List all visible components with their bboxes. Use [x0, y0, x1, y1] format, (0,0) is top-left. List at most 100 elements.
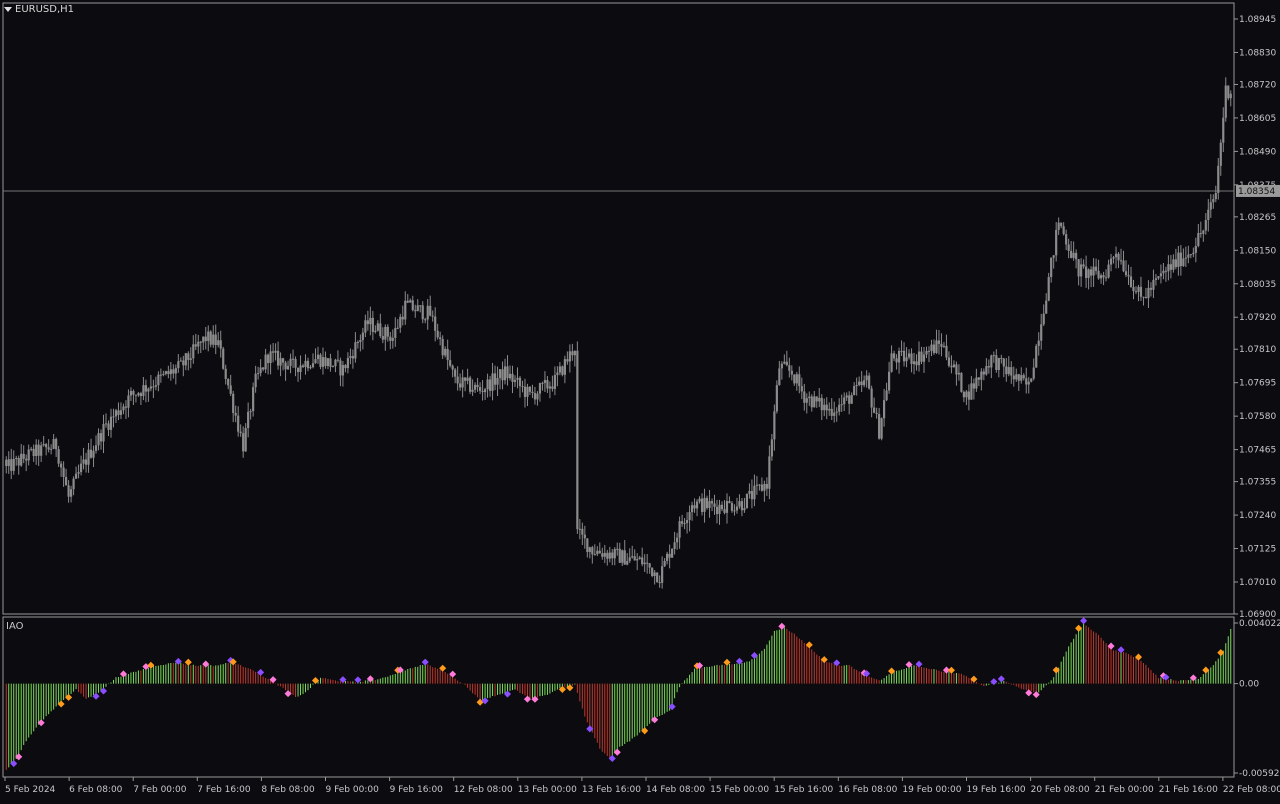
candle-body	[878, 413, 881, 439]
price-tick-label: 1.08150	[1239, 246, 1276, 256]
candle-body	[790, 370, 793, 375]
candle-body	[1172, 259, 1175, 270]
candle-body	[636, 559, 639, 561]
candle-body	[1092, 266, 1095, 276]
candle-body	[1167, 264, 1170, 272]
candle-body	[483, 389, 487, 393]
candle-body	[1012, 375, 1015, 380]
candle-body	[518, 377, 522, 387]
candle-body	[830, 408, 833, 416]
candle-body	[359, 339, 362, 343]
candle-body	[276, 350, 280, 366]
candle-body	[189, 358, 192, 360]
candle-body	[214, 334, 217, 346]
candle-body	[87, 449, 90, 465]
candle-body	[875, 412, 878, 414]
candle-body	[252, 387, 255, 412]
time-tick-label: 7 Feb 16:00	[197, 785, 251, 795]
candle-body	[805, 398, 808, 403]
candle-body	[331, 366, 335, 368]
candle-body	[526, 386, 529, 397]
dropdown-triangle-icon[interactable]	[4, 7, 12, 12]
candle-body	[94, 445, 98, 451]
candle-body	[1117, 253, 1120, 261]
candle-body	[548, 386, 552, 389]
candle-body	[803, 391, 806, 403]
time-tick-label: 13 Feb 16:00	[582, 785, 641, 795]
candle-body	[763, 483, 766, 491]
candle-body	[197, 341, 200, 347]
time-tick-label: 16 Feb 08:00	[838, 785, 897, 795]
iao-marker	[1080, 617, 1088, 625]
symbol-title[interactable]: EURUSD,H1	[4, 4, 74, 15]
candle-body	[676, 537, 679, 543]
candle-body	[641, 557, 644, 565]
candle-body	[703, 497, 706, 512]
candle-body	[229, 385, 232, 394]
candle-body	[1119, 260, 1123, 262]
candle-body	[366, 320, 369, 325]
candle-body	[84, 459, 88, 465]
candle-body	[1022, 375, 1025, 379]
candle-body	[833, 412, 836, 416]
candle-body	[97, 433, 100, 446]
candle-body	[314, 359, 317, 364]
candle-body	[386, 326, 389, 337]
candle-body	[129, 390, 133, 396]
candle-body	[139, 393, 143, 397]
candle-body	[7, 459, 10, 467]
candle-body	[895, 358, 898, 363]
candle-body	[439, 337, 442, 339]
candle-body	[828, 408, 831, 411]
time-tick-label: 21 Feb 00:00	[1095, 785, 1154, 795]
candle-body	[1077, 259, 1080, 277]
candle-body	[651, 567, 654, 576]
candle-body	[523, 386, 527, 397]
price-tick-label: 1.07010	[1239, 578, 1276, 588]
candle-body	[1209, 202, 1212, 210]
candle-body	[952, 364, 956, 368]
candle-body	[950, 365, 953, 368]
candle-body	[291, 358, 295, 360]
candle-body	[870, 388, 873, 408]
candle-body	[421, 305, 424, 320]
candle-body	[578, 528, 581, 530]
candle-body	[598, 550, 601, 554]
candle-body	[947, 357, 951, 366]
candle-body	[498, 369, 502, 379]
price-tick-label: 1.07125	[1239, 545, 1276, 555]
candle-body	[900, 350, 903, 352]
time-tick-label: 21 Feb 16:00	[1159, 785, 1218, 795]
candle-body	[663, 560, 666, 567]
candle-body	[134, 394, 138, 396]
candle-body	[1157, 276, 1160, 279]
candle-body	[593, 554, 596, 556]
chart-canvas[interactable]: 1.08945 1.08830 1.08720 1.08605 1.08490 1.083…	[0, 0, 1280, 800]
candle-body	[1169, 264, 1172, 270]
candle-body	[1087, 269, 1090, 278]
candle-body	[271, 351, 275, 353]
candle-body	[728, 501, 731, 504]
candle-body	[1174, 259, 1177, 268]
candle-body	[588, 547, 591, 552]
candle-body	[451, 365, 454, 370]
candle-body	[304, 360, 307, 367]
time-tick-label: 5 Feb 2024	[5, 785, 56, 795]
candle-body	[553, 375, 557, 389]
candle-body	[496, 378, 499, 385]
price-tick-label: 1.08720	[1239, 80, 1276, 90]
candle-body	[219, 340, 222, 349]
candle-body	[486, 379, 489, 390]
candle-body	[391, 337, 394, 341]
candle-body	[905, 357, 908, 362]
candle-body	[730, 503, 734, 511]
candle-body	[329, 358, 332, 367]
candle-body	[281, 358, 285, 363]
candle-body	[1035, 345, 1038, 368]
candle-body	[970, 383, 973, 400]
candle-body	[371, 317, 374, 332]
mt4-chart-window[interactable]: 1.08945 1.08830 1.08720 1.08605 1.08490 1.083…	[0, 0, 1280, 800]
candle-body	[394, 328, 397, 338]
candle-body	[628, 557, 631, 562]
candle-body	[626, 561, 629, 565]
